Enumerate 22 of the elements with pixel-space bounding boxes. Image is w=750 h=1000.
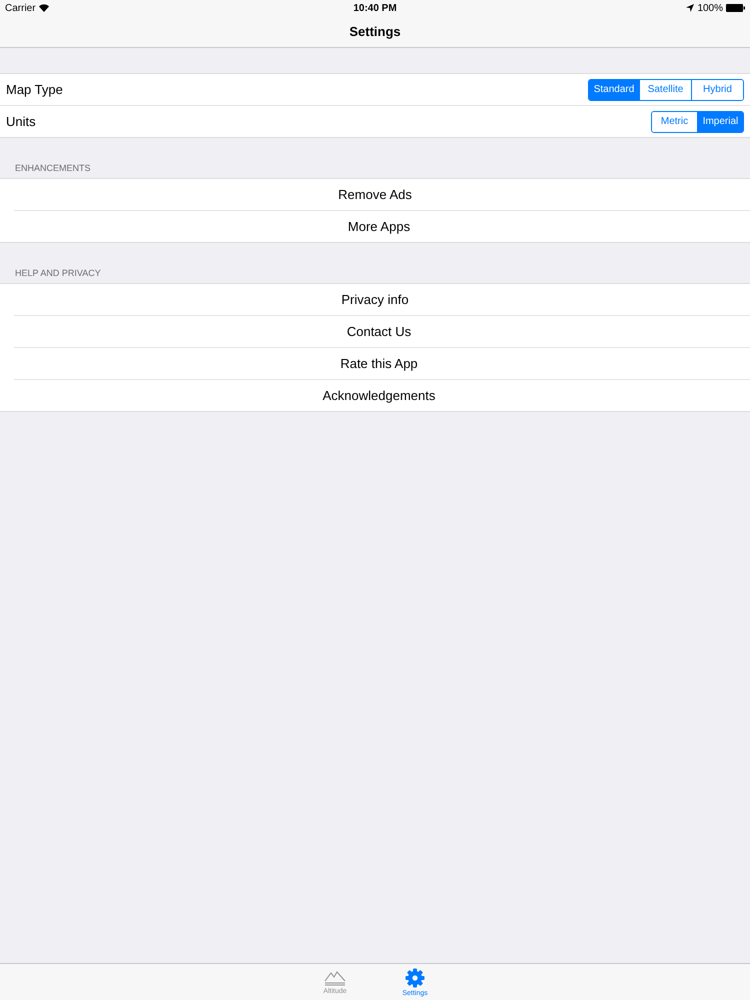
menu-item[interactable]: Acknowledgements (322, 388, 436, 403)
segment-option[interactable]: Standard (589, 80, 639, 100)
clock: 10:40 PM (353, 2, 397, 14)
menu-item[interactable]: Rate this App (340, 356, 418, 371)
segment-option[interactable]: Imperial (697, 112, 743, 132)
battery-percent: 100% (697, 2, 724, 14)
segment-option[interactable]: Hybrid (691, 80, 743, 100)
setting-label: Units (6, 114, 36, 129)
wifi-icon (38, 4, 49, 12)
nav-title: Settings (349, 24, 401, 39)
menu-item[interactable]: More Apps (348, 219, 410, 234)
menu-item[interactable]: Privacy info (341, 292, 409, 307)
battery-icon (726, 4, 746, 12)
location-arrow-icon (686, 4, 694, 12)
menu-item[interactable]: Remove Ads (338, 187, 412, 202)
carrier-label: Carrier (5, 2, 36, 14)
settings-icon (405, 968, 425, 988)
mountain-icon (324, 970, 346, 986)
menu-item[interactable]: Contact Us (346, 324, 412, 339)
section-header: HELP AND PRIVACY (15, 268, 101, 278)
setting-label: Map Type (6, 82, 63, 97)
section-header: ENHANCEMENTS (15, 163, 91, 173)
